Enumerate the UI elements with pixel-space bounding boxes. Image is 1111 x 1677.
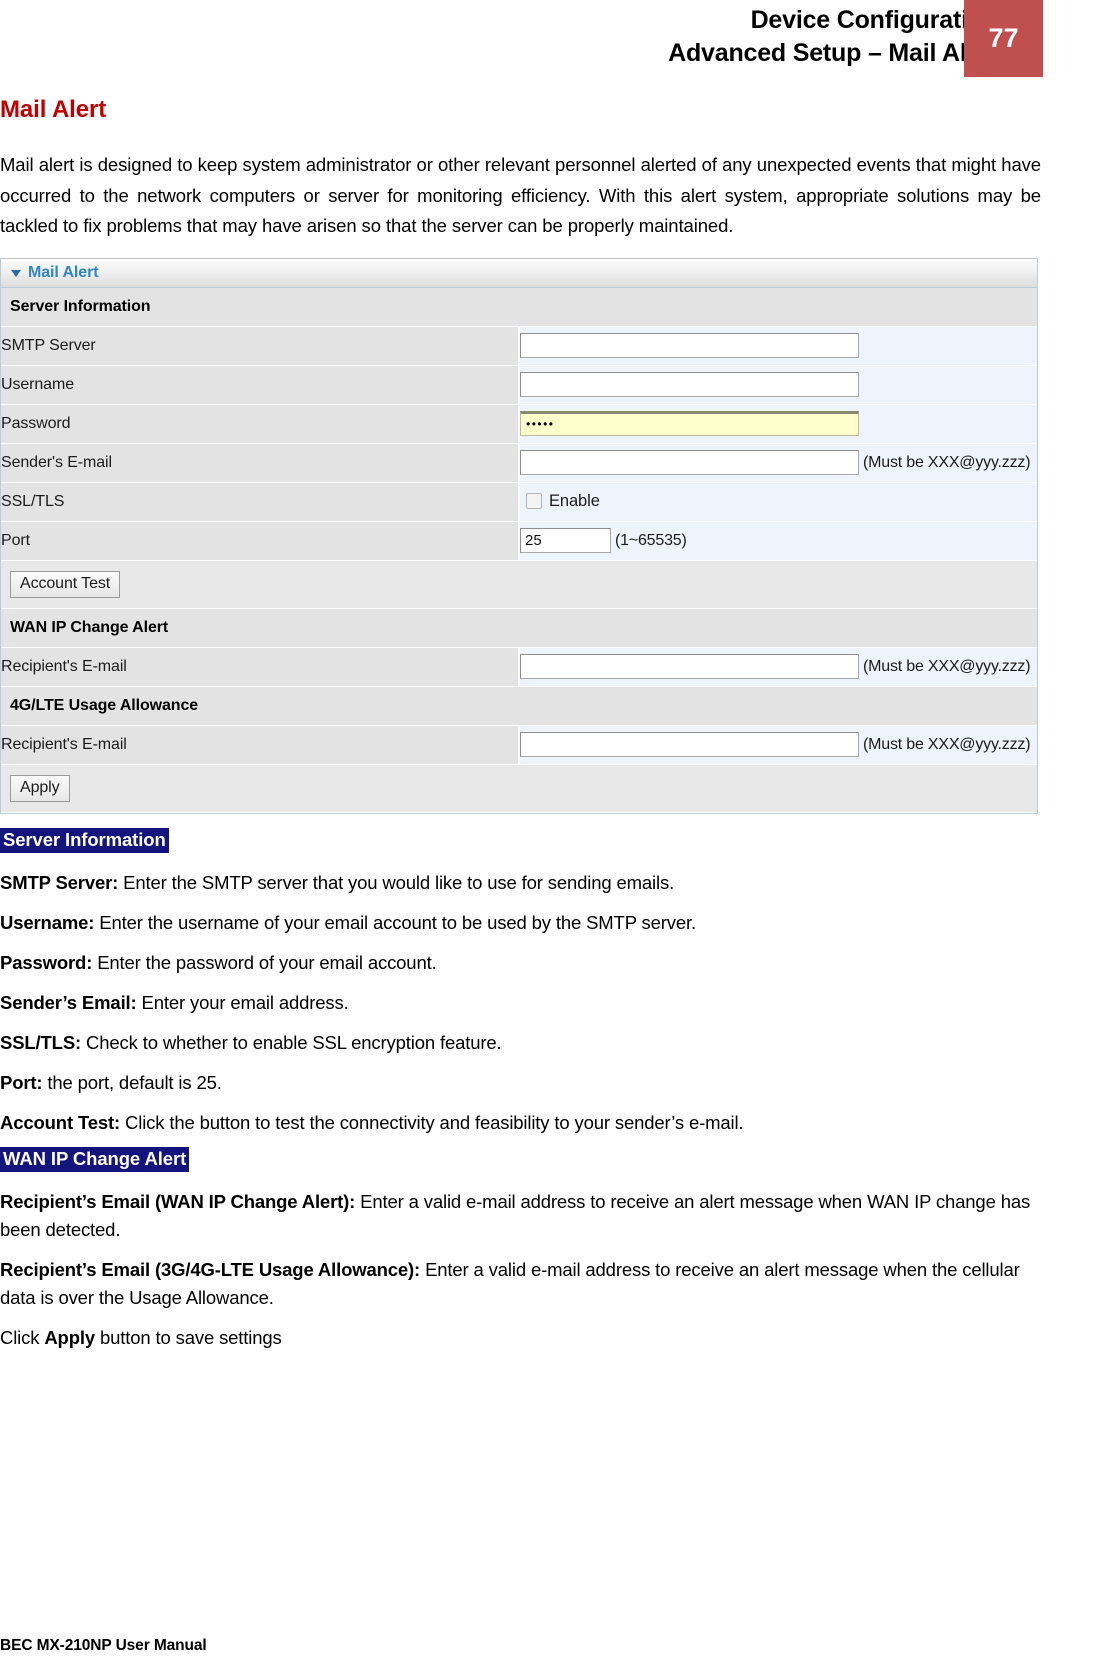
group-header-lte-usage-allowance-label: 4G/LTE Usage Allowance <box>1 686 1037 726</box>
desc-account-test-term: Account Test: <box>0 1111 121 1133</box>
password-label: Password <box>1 404 520 444</box>
header-title-line2: Advanced Setup – Mail Alert <box>668 39 998 67</box>
desc-ssl-tls-text: Check to whether to enable SSL encryptio… <box>81 1031 502 1053</box>
lte-recipient-email-hint: (Must be XXX@yyy.zzz) <box>863 735 1031 753</box>
smtp-server-input[interactable] <box>520 333 859 358</box>
port-label: Port <box>1 521 520 561</box>
desc-account-test-text: Click the button to test the connectivit… <box>120 1111 744 1133</box>
desc-sender-email: Sender’s Email: Enter your email address… <box>0 989 1041 1017</box>
smtp-server-label: SMTP Server <box>1 326 520 366</box>
mail-alert-panel: Mail Alert Server Information SMTP Serve… <box>0 257 1038 814</box>
lte-recipient-email-label: Recipient's E-mail <box>1 725 520 765</box>
desc-smtp-server: SMTP Server: Enter the SMTP server that … <box>0 869 1041 897</box>
password-input[interactable]: ••••• <box>520 411 859 436</box>
group-header-lte-usage-allowance: 4G/LTE Usage Allowance <box>1 686 1037 726</box>
row-port: Port 25 (1~65535) <box>1 521 1037 561</box>
desc-ssl-tls-term: SSL/TLS: <box>0 1031 82 1053</box>
mail-alert-form: Server Information SMTP Server Username … <box>1 287 1037 813</box>
intro-paragraph: Mail alert is designed to keep system ad… <box>0 154 1041 236</box>
panel-header-label: Mail Alert <box>28 263 99 281</box>
desc-port-text: the port, default is 25. <box>42 1071 222 1093</box>
desc-port-term: Port: <box>0 1071 43 1093</box>
descriptions: Server Information SMTP Server: Enter th… <box>0 818 1041 1352</box>
desc-wan-recipient-email-term: Recipient’s Email (WAN IP Change Alert): <box>0 1190 356 1212</box>
row-apply: Apply <box>1 764 1037 813</box>
apply-button[interactable]: Apply <box>10 774 70 802</box>
page-content: Mail Alert Mail alert is designed to kee… <box>0 96 1041 1352</box>
desc-account-test: Account Test: Click the button to test t… <box>0 1109 1041 1137</box>
desc-sender-email-text: Enter your email address. <box>136 991 349 1013</box>
heading-server-information: Server Information <box>0 827 169 853</box>
desc-password-term: Password: <box>0 951 93 973</box>
wan-recipient-email-input[interactable] <box>520 654 859 679</box>
heading-wan-ip-change-alert: WAN IP Change Alert <box>0 1146 190 1172</box>
wan-recipient-email-cell: (Must be XXX@yyy.zzz) <box>519 647 1037 687</box>
desc-wan-recipient-email: Recipient’s Email (WAN IP Change Alert):… <box>0 1188 1041 1244</box>
row-account-test: Account Test <box>1 560 1037 609</box>
desc-apply-prefix: Click <box>0 1326 45 1348</box>
desc-ssl-tls: SSL/TLS: Check to whether to enable SSL … <box>0 1029 1041 1057</box>
footer: BEC MX-210NP User Manual <box>0 1637 207 1654</box>
desc-apply-suffix: button to save settings <box>94 1326 282 1348</box>
desc-apply: Click Apply button to save settings <box>0 1324 1041 1352</box>
wan-recipient-email-hint: (Must be XXX@yyy.zzz) <box>863 657 1031 675</box>
desc-smtp-server-term: SMTP Server: <box>0 871 119 893</box>
page-number-badge: 77 <box>964 0 1043 77</box>
apply-cell: Apply <box>1 764 1037 813</box>
ssl-tls-label: SSL/TLS <box>1 482 520 522</box>
row-ssl-tls: SSL/TLS Enable <box>1 482 1037 522</box>
port-hint: (1~65535) <box>615 531 687 549</box>
desc-password-text: Enter the password of your email account… <box>92 951 437 973</box>
port-cell: 25 (1~65535) <box>519 521 1037 561</box>
lte-recipient-email-input[interactable] <box>520 732 859 757</box>
triangle-down-icon[interactable] <box>11 270 21 277</box>
group-header-wan-ip-change-alert-label: WAN IP Change Alert <box>1 608 1037 648</box>
header-title-line1: Device Configuration <box>750 6 999 34</box>
port-input[interactable]: 25 <box>520 528 611 553</box>
ssl-tls-checkbox-label: Enable <box>549 492 600 510</box>
ssl-tls-checkbox[interactable] <box>526 492 542 509</box>
account-test-cell: Account Test <box>1 560 1037 609</box>
desc-username-term: Username: <box>0 911 95 933</box>
row-wan-recipient-email: Recipient's E-mail (Must be XXX@yyy.zzz) <box>1 647 1037 687</box>
password-cell: ••••• <box>519 404 1037 444</box>
desc-lte-recipient-email: Recipient’s Email (3G/4G-LTE Usage Allow… <box>0 1256 1041 1312</box>
row-password: Password ••••• <box>1 404 1037 444</box>
desc-username-text: Enter the username of your email account… <box>94 911 697 933</box>
username-input[interactable] <box>520 372 859 397</box>
row-smtp-server: SMTP Server <box>1 326 1037 366</box>
sender-email-label: Sender's E-mail <box>1 443 520 483</box>
row-lte-recipient-email: Recipient's E-mail (Must be XXX@yyy.zzz) <box>1 725 1037 765</box>
username-label: Username <box>1 365 520 405</box>
username-cell <box>519 365 1037 405</box>
group-header-server-information-label: Server Information <box>1 287 1037 327</box>
header-title-block: Device Configuration Advanced Setup – Ma… <box>668 4 998 70</box>
row-username: Username <box>1 365 1037 405</box>
panel-header[interactable]: Mail Alert <box>1 257 1037 288</box>
lte-recipient-email-cell: (Must be XXX@yyy.zzz) <box>519 725 1037 765</box>
desc-username: Username: Enter the username of your ema… <box>0 909 1041 937</box>
sender-email-cell: (Must be XXX@yyy.zzz) <box>519 443 1037 483</box>
desc-password: Password: Enter the password of your ema… <box>0 949 1041 977</box>
desc-sender-email-term: Sender’s Email: <box>0 991 137 1013</box>
group-header-wan-ip-change-alert: WAN IP Change Alert <box>1 608 1037 648</box>
desc-smtp-server-text: Enter the SMTP server that you would lik… <box>118 871 675 893</box>
desc-port: Port: the port, default is 25. <box>0 1069 1041 1097</box>
account-test-button[interactable]: Account Test <box>10 570 121 598</box>
desc-apply-term: Apply <box>44 1326 95 1348</box>
smtp-server-cell <box>519 326 1037 366</box>
sender-email-input[interactable] <box>520 450 859 475</box>
ssl-tls-cell: Enable <box>519 482 1037 522</box>
page-title: Mail Alert <box>0 96 107 123</box>
row-sender-email: Sender's E-mail (Must be XXX@yyy.zzz) <box>1 443 1037 483</box>
desc-lte-recipient-email-term: Recipient’s Email (3G/4G-LTE Usage Allow… <box>0 1258 421 1280</box>
wan-recipient-email-label: Recipient's E-mail <box>1 647 520 687</box>
sender-email-hint: (Must be XXX@yyy.zzz) <box>863 453 1031 471</box>
page-header: Device Configuration Advanced Setup – Ma… <box>0 0 1111 80</box>
group-header-server-information: Server Information <box>1 287 1037 327</box>
